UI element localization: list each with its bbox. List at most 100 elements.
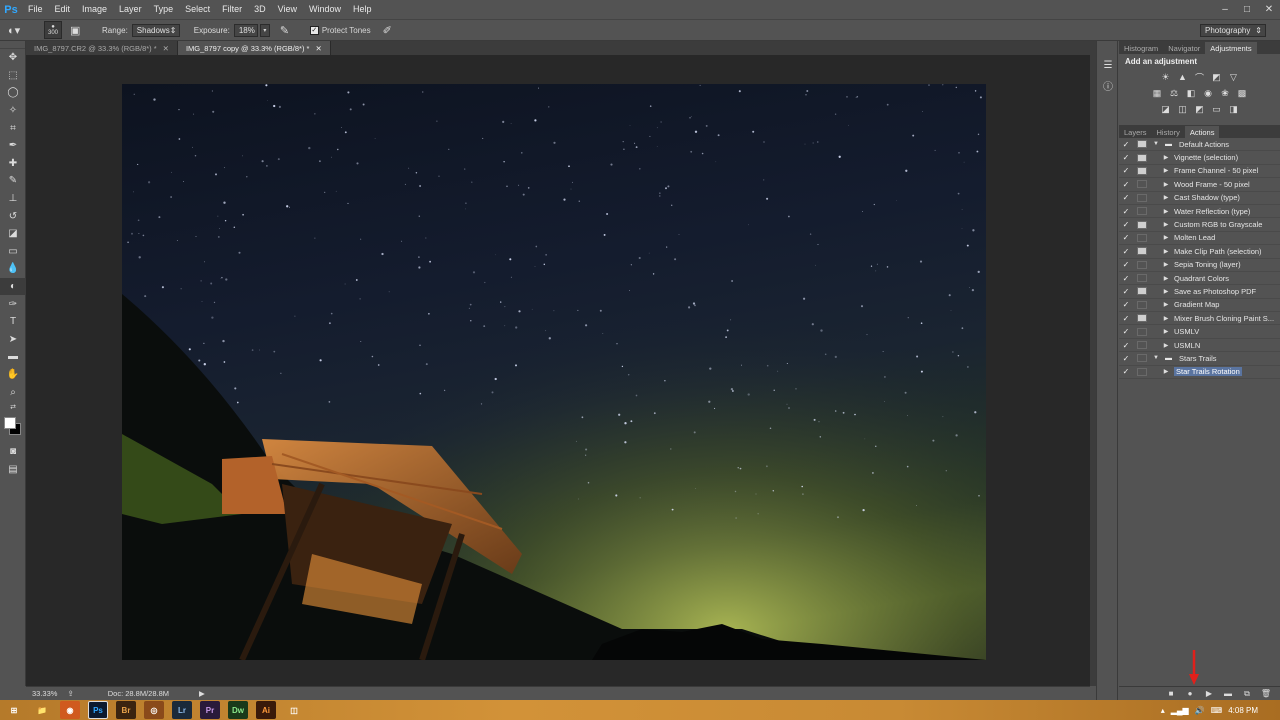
action-row[interactable]: ✓ ▶ Vignette (selection) [1119,151,1280,165]
firefox-icon[interactable]: ◉ [60,701,80,719]
action-set-row[interactable]: ✓ ▼ ▬ Default Actions [1119,138,1280,152]
dialog-toggle[interactable] [1137,233,1147,242]
doc-tab-original[interactable]: IMG_8797.CR2 @ 33.3% (RGB/8*) * ✕ [26,41,178,55]
doc-tab-copy[interactable]: IMG_8797 copy @ 33.3% (RGB/8*) * ✕ [177,41,331,55]
dialog-toggle[interactable] [1137,140,1147,149]
stop-icon[interactable]: ■ [1165,689,1177,698]
photoshop-taskbar-icon[interactable]: Ps [88,701,108,719]
pen-tool-icon[interactable]: ✑ [0,295,26,313]
protect-tones-checkbox[interactable]: ✓ Protect Tones [309,25,371,35]
play-icon[interactable]: ▶ [1203,689,1215,698]
file-explorer-icon[interactable]: 📁 [32,701,52,719]
action-enabled-check-icon[interactable]: ✓ [1119,260,1133,269]
menu-window[interactable]: Window [303,0,347,19]
keyboard-icon[interactable]: ⌨ [1211,706,1223,715]
menu-select[interactable]: Select [179,0,216,19]
dreamweaver-icon[interactable]: Dw [228,701,248,719]
zoom-tool-icon[interactable]: ⌕ [0,383,26,401]
menu-view[interactable]: View [272,0,303,19]
action-row[interactable]: ✓ ▶ Sepia Toning (layer) [1119,259,1280,272]
selective-color-icon[interactable]: ◨ [1228,103,1240,115]
menu-filter[interactable]: Filter [216,0,248,19]
dialog-toggle[interactable] [1137,260,1147,269]
foreground-color-swatch[interactable] [4,416,16,429]
toolbox-grip[interactable] [0,41,25,49]
exposure-input[interactable]: 18% [233,23,258,37]
premiere-icon[interactable]: Pr [200,701,220,719]
action-enabled-check-icon[interactable]: ✓ [1119,180,1133,189]
action-row[interactable]: ✓ ▶ Custom RGB to Grayscale [1119,218,1280,232]
action-row[interactable]: ✓ ▶ Quadrant Colors [1119,272,1280,286]
action-enabled-check-icon[interactable]: ✓ [1119,220,1133,229]
new-set-icon[interactable]: ▬ [1222,689,1234,698]
gradient-map-icon[interactable]: ▭ [1211,103,1223,115]
pressure-size-icon[interactable]: ✐ [383,21,401,39]
menu-3d[interactable]: 3D [248,0,272,19]
dialog-toggle[interactable] [1137,327,1147,336]
action-row[interactable]: ✓ ▶ USMLV [1119,325,1280,339]
action-row[interactable]: ✓ ▶ Frame Channel - 50 pixel [1119,165,1280,179]
action-row[interactable]: ✓ ▶ Make Clip Path (selection) [1119,245,1280,259]
action-enabled-check-icon[interactable]: ✓ [1119,233,1133,242]
black-white-icon[interactable]: ◧ [1185,87,1197,99]
healing-brush-tool-icon[interactable]: ✚ [0,155,26,173]
menu-layer[interactable]: Layer [113,0,148,19]
status-menu-arrow-icon[interactable]: ▶ [199,689,205,698]
action-row[interactable]: ✓ ▶ USMLN [1119,339,1280,353]
close-icon[interactable]: ✕ [1258,0,1280,19]
app-window-icon[interactable]: ◫ [284,701,304,719]
channel-mixer-icon[interactable]: ❀ [1219,87,1231,99]
color-lookup-icon[interactable]: ▩ [1236,87,1248,99]
new-action-icon[interactable]: ⧉ [1241,689,1253,699]
dialog-toggle[interactable] [1137,287,1147,296]
eyedropper-tool-icon[interactable]: ✒ [0,137,26,155]
action-enabled-check-icon[interactable]: ✓ [1119,327,1133,336]
bridge-icon[interactable]: Br [116,701,136,719]
tab-adjustments[interactable]: Adjustments [1205,42,1257,54]
action-set-row[interactable]: ✓ ▼ ▬ Stars Trails [1119,352,1280,366]
chevron-down-icon[interactable]: ▼ [1151,141,1161,147]
maximize-icon[interactable]: □ [1236,0,1258,19]
dialog-toggle[interactable] [1137,153,1147,162]
dialog-toggle[interactable] [1137,314,1147,323]
chevron-right-icon[interactable]: ▶ [1161,194,1171,201]
levels-icon[interactable]: ▲ [1177,71,1189,83]
dialog-toggle[interactable] [1137,180,1147,189]
dialog-toggle[interactable] [1137,247,1147,256]
gradient-tool-icon[interactable]: ▭ [0,243,26,261]
chevron-right-icon[interactable]: ▶ [1161,301,1171,308]
action-enabled-check-icon[interactable]: ✓ [1119,354,1133,363]
range-select[interactable]: Shadows ⇕ [131,23,180,37]
action-enabled-check-icon[interactable]: ✓ [1119,314,1133,323]
brush-panel-icon[interactable]: ▣ [70,21,88,39]
properties-panel-icon[interactable]: ☰ [1097,55,1119,75]
export-icon[interactable]: ⇪ [67,689,73,698]
chevron-right-icon[interactable]: ▶ [1161,261,1171,268]
invert-icon[interactable]: ◪ [1160,103,1172,115]
close-tab-icon[interactable]: ✕ [163,44,169,53]
night-sky-photo[interactable] [122,84,986,660]
color-balance-icon[interactable]: ⚖ [1168,87,1180,99]
chevron-right-icon[interactable]: ▶ [1161,181,1171,188]
path-select-tool-icon[interactable]: ➤ [0,331,26,349]
menu-file[interactable]: File [22,0,49,19]
chevron-right-icon[interactable]: ▶ [1161,342,1171,349]
info-panel-icon[interactable]: ⓘ [1097,75,1119,95]
type-tool-icon[interactable]: T [0,313,26,331]
action-row[interactable]: ✓ ▶ Star Trails Rotation [1119,366,1280,380]
tab-actions[interactable]: Actions [1184,126,1220,138]
start-button-icon[interactable]: ⊞ [4,701,24,719]
blur-tool-icon[interactable]: 💧 [0,260,26,278]
illustrator-icon[interactable]: Ai [256,701,276,719]
action-row[interactable]: ✓ ▶ Wood Frame - 50 pixel [1119,178,1280,192]
chevron-right-icon[interactable]: ▶ [1161,368,1171,375]
action-row[interactable]: ✓ ▶ Gradient Map [1119,299,1280,313]
marquee-tool-icon[interactable]: ⬚ [0,67,26,85]
action-enabled-check-icon[interactable]: ✓ [1119,300,1133,309]
volume-icon[interactable]: 🔊 [1195,706,1205,715]
tray-arrow-icon[interactable]: ▴ [1161,706,1165,715]
brightness-contrast-icon[interactable]: ☀ [1160,71,1172,83]
action-enabled-check-icon[interactable]: ✓ [1119,140,1133,149]
chevron-right-icon[interactable]: ▶ [1161,275,1171,282]
action-enabled-check-icon[interactable]: ✓ [1119,367,1133,376]
